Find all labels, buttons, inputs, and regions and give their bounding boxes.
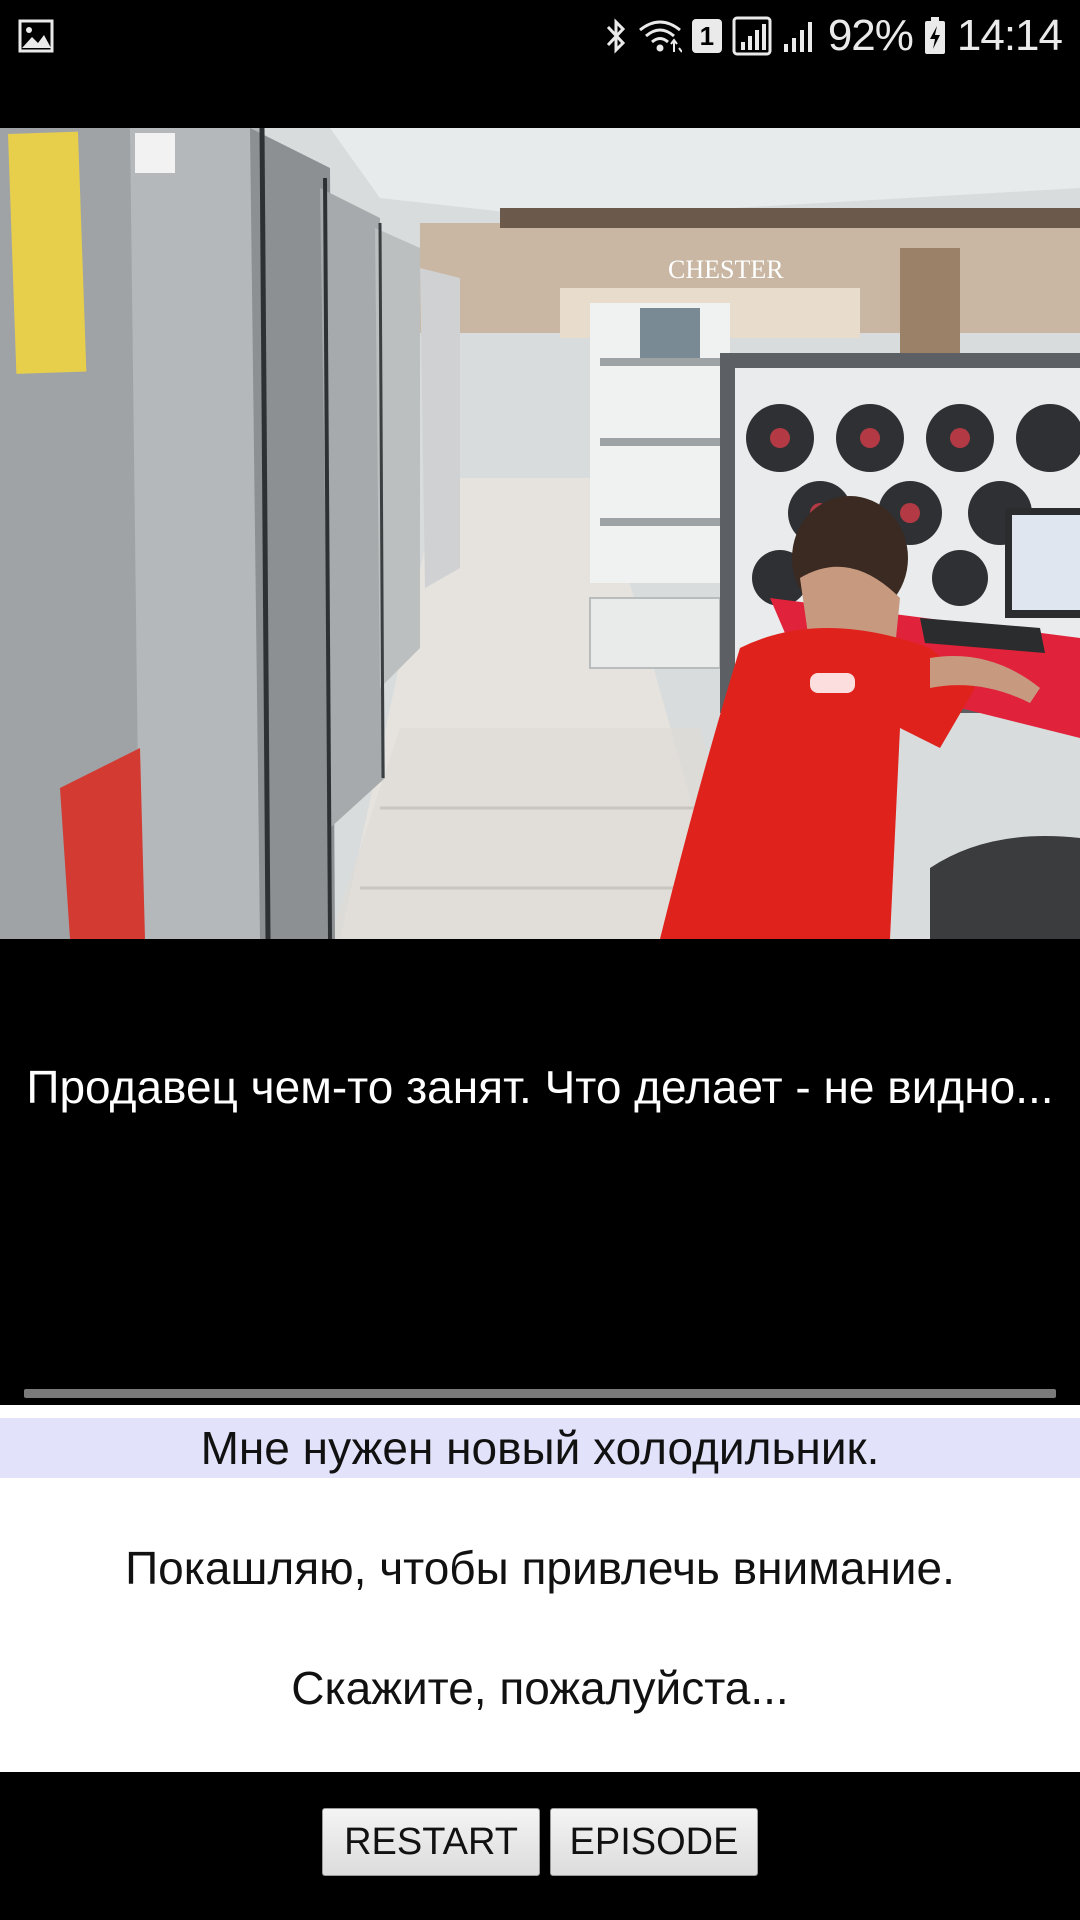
store-sign: CHESTER — [668, 255, 784, 284]
narration-text: Продавец чем-то занят. Что делает - не в… — [26, 1061, 1054, 1113]
clock: 14:14 — [956, 11, 1063, 60]
bluetooth-icon — [606, 18, 625, 54]
battery-icon — [924, 17, 945, 54]
sim-badge: 1 — [691, 19, 722, 53]
choice-option[interactable]: Мне нужен новый холодильник. — [0, 1418, 1080, 1478]
gallery-icon — [18, 19, 54, 53]
battery-percent: 92% — [827, 11, 914, 60]
signal-icon — [783, 22, 812, 52]
status-bar: 1 92% 14:14 — [0, 0, 1080, 72]
signal-icon — [732, 16, 772, 56]
wifi-icon — [638, 20, 682, 53]
divider — [24, 1389, 1056, 1398]
episode-button[interactable]: EPISODE — [550, 1808, 758, 1876]
choice-option[interactable]: Скажите, пожалуйста... — [0, 1658, 1080, 1718]
choice-option[interactable]: Покашляю, чтобы привлечь внимание. — [0, 1538, 1080, 1598]
restart-button[interactable]: RESTART — [322, 1808, 540, 1876]
choice-list: Мне нужен новый холодильник. Покашляю, ч… — [0, 1405, 1080, 1772]
scene-image: CHESTER — [0, 128, 1080, 939]
